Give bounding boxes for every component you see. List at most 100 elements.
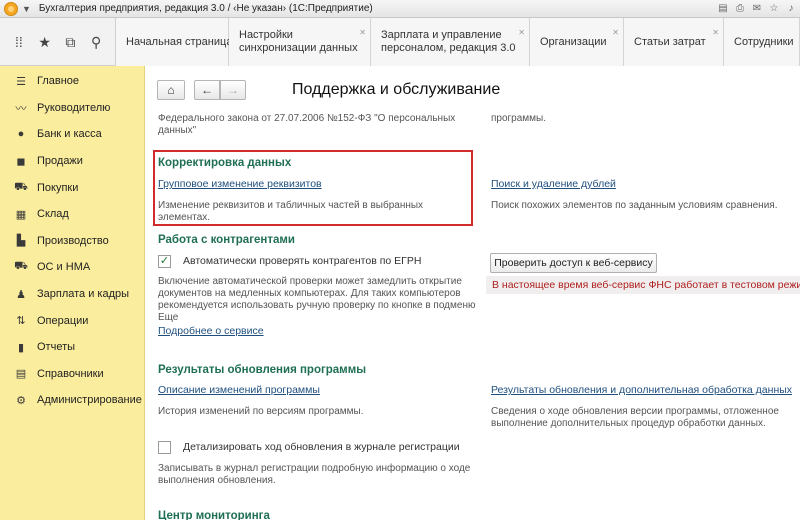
favorite-icon[interactable]: ☆ [767, 1, 781, 15]
sidebar-item-label: ОС и НМА [37, 261, 91, 274]
tab-label: Зарплата и управление персоналом, редакц… [381, 29, 516, 54]
person-icon: ♟ [16, 288, 26, 301]
coin-icon: ● [17, 128, 25, 141]
sidebar-item-label: Покупки [37, 181, 79, 194]
history-icon[interactable]: ⧉ [61, 34, 79, 51]
tab-home[interactable]: Начальная страница [116, 18, 233, 66]
service-info-link[interactable]: Подробнее о сервисе [158, 325, 264, 337]
close-icon[interactable]: ✕ [518, 26, 525, 39]
sidebar-item-reports[interactable]: ▮ Отчеты [0, 334, 144, 361]
star-icon[interactable]: ★ [36, 34, 54, 51]
sidebar-item-label: Операции [37, 314, 89, 327]
sidebar-item-manager[interactable]: 〰 Руководителю [0, 95, 144, 122]
home-icon: ⌂ [167, 83, 175, 97]
sidebar-item-assets[interactable]: ⛟ ОС и НМА [0, 254, 144, 281]
home-button[interactable]: ⌂ [157, 80, 185, 100]
bag-icon: ◼ [16, 155, 26, 168]
alert-test-mode: В настоящее время веб-сервис ФНС работае… [486, 276, 800, 294]
sidebar: ☰ Главное 〰 Руководителю ● Банк и касса ◼ Пр… [0, 66, 145, 520]
auto-check-checkbox[interactable]: ✓ [158, 255, 171, 268]
section-header-update-results: Результаты обновления программы [158, 364, 367, 376]
group-change-link[interactable]: Групповое изменение реквизитов [158, 178, 322, 190]
warehouse-icon: ▦ [15, 208, 27, 221]
sidebar-item-main[interactable]: ☰ Главное [0, 68, 144, 95]
catalog-icon: ▤ [15, 368, 27, 381]
tab-label: Организации [540, 35, 607, 48]
sidebar-item-salary[interactable]: ♟ Зарплата и кадры [0, 281, 144, 308]
menu-icon: ☰ [16, 75, 26, 88]
changes-description-text: История изменений по версиям программы. [158, 406, 364, 417]
title-bar-controls: ▤ ⎙ ✉ ☆ ♪ [716, 1, 798, 15]
save-icon[interactable]: ▤ [716, 1, 730, 15]
close-icon[interactable]: ✕ [612, 26, 619, 39]
duplicates-link[interactable]: Поиск и удаление дублей [491, 178, 616, 190]
tab-label: Статьи затрат [634, 35, 706, 48]
detail-log-checkbox[interactable] [158, 441, 171, 454]
update-results-link[interactable]: Результаты обновления и дополнительная о… [491, 384, 792, 396]
duplicates-description: Поиск похожих элементов по заданным усло… [491, 200, 778, 211]
sidebar-item-label: Производство [37, 234, 109, 247]
forward-button[interactable]: → [220, 80, 246, 100]
title-bar: ▼ Бухгалтерия предприятия, редакция 3.0 … [0, 0, 800, 18]
sidebar-item-label: Главное [37, 75, 80, 88]
tab-label: Настройки синхронизации данных [239, 29, 358, 54]
search-icon[interactable]: ⚲ [87, 34, 105, 51]
menu-arrow-icon[interactable]: ▼ [22, 4, 31, 14]
sidebar-item-production[interactable]: ▙ Производство [0, 228, 144, 255]
sidebar-item-label: Банк и касса [37, 128, 102, 141]
apps-grid-icon[interactable]: ⁞⁞ [10, 34, 28, 50]
notification-bell-icon[interactable]: ♪ [784, 1, 798, 15]
arrow-left-icon: ← [201, 83, 213, 97]
check-webservice-button[interactable]: Проверить доступ к веб-сервису [490, 253, 657, 273]
sidebar-item-label: Продажи [37, 155, 83, 168]
print-icon[interactable]: ⎙ [733, 1, 747, 15]
window-title: Бухгалтерия предприятия, редакция 3.0 / … [38, 3, 373, 14]
sidebar-item-operations[interactable]: ⇅ Операции [0, 307, 144, 334]
tab-bar: ⁞⁞ ★ ⧉ ⚲ Начальная страница Настройки си… [0, 18, 800, 66]
changes-description-link[interactable]: Описание изменений программы [158, 384, 320, 396]
section-header-monitoring: Центр мониторинга [158, 510, 270, 520]
tab-cost-items[interactable]: Статьи затрат ✕ [624, 18, 724, 66]
sidebar-item-purchases[interactable]: ⛟ Покупки [0, 174, 144, 201]
toolbar-icon-group: ⁞⁞ ★ ⧉ ⚲ [0, 18, 116, 66]
sidebar-item-admin[interactable]: ⚙ Администрирование [0, 387, 144, 414]
tab-employees[interactable]: Сотрудники [724, 18, 800, 66]
sidebar-item-label: Справочники [37, 367, 104, 380]
clipped-description-left: Федерального закона от 27.07.2006 №152-Ф… [158, 113, 456, 136]
truck-icon: ⛟ [14, 260, 28, 273]
arrow-right-icon: → [227, 83, 239, 97]
sidebar-item-label: Администрирование [37, 394, 142, 407]
sidebar-item-label: Отчеты [37, 341, 76, 354]
sidebar-item-catalogs[interactable]: ▤ Справочники [0, 361, 144, 388]
auto-check-description: Включение автоматической проверки может … [158, 276, 476, 323]
tab-label: Начальная страница [126, 35, 233, 48]
main-content: ⌂ ← → Поддержка и обслуживание Федеральн… [145, 66, 800, 520]
sidebar-item-sales[interactable]: ◼ Продажи [0, 148, 144, 175]
sidebar-item-warehouse[interactable]: ▦ Склад [0, 201, 144, 228]
auto-check-label: Автоматически проверять контрагентов по … [183, 255, 422, 267]
checkmark-icon: ✓ [159, 255, 170, 267]
sidebar-item-label: Руководителю [37, 101, 111, 114]
tab-organizations[interactable]: Организации ✕ [530, 18, 624, 66]
close-icon[interactable]: ✕ [712, 26, 719, 39]
tab-label: Сотрудники [734, 35, 794, 48]
factory-icon: ▙ [16, 235, 26, 248]
sidebar-item-label: Склад [37, 208, 69, 221]
clipped-description-right: программы. [491, 113, 547, 124]
close-icon[interactable]: ✕ [359, 26, 366, 39]
app-logo-icon[interactable] [4, 1, 18, 16]
detail-log-label: Детализировать ход обновления в журнале … [183, 441, 460, 453]
sidebar-item-bank[interactable]: ● Банк и касса [0, 121, 144, 148]
mail-icon[interactable]: ✉ [750, 1, 764, 15]
cart-icon: ⛟ [14, 180, 28, 193]
report-icon: ▮ [17, 341, 25, 354]
tab-sync-settings[interactable]: Настройки синхронизации данных ✕ [229, 18, 371, 66]
operations-icon: ⇅ [16, 315, 26, 328]
tab-zup[interactable]: Зарплата и управление персоналом, редакц… [371, 18, 530, 66]
section-header-counterparties: Работа с контрагентами [158, 234, 295, 246]
back-button[interactable]: ← [194, 80, 220, 100]
group-change-description: Изменение реквизитов и табличных частей … [158, 200, 424, 223]
trend-icon: 〰 [15, 102, 27, 115]
section-header-data-correction: Корректировка данных [158, 157, 292, 169]
gear-icon: ⚙ [16, 394, 26, 407]
